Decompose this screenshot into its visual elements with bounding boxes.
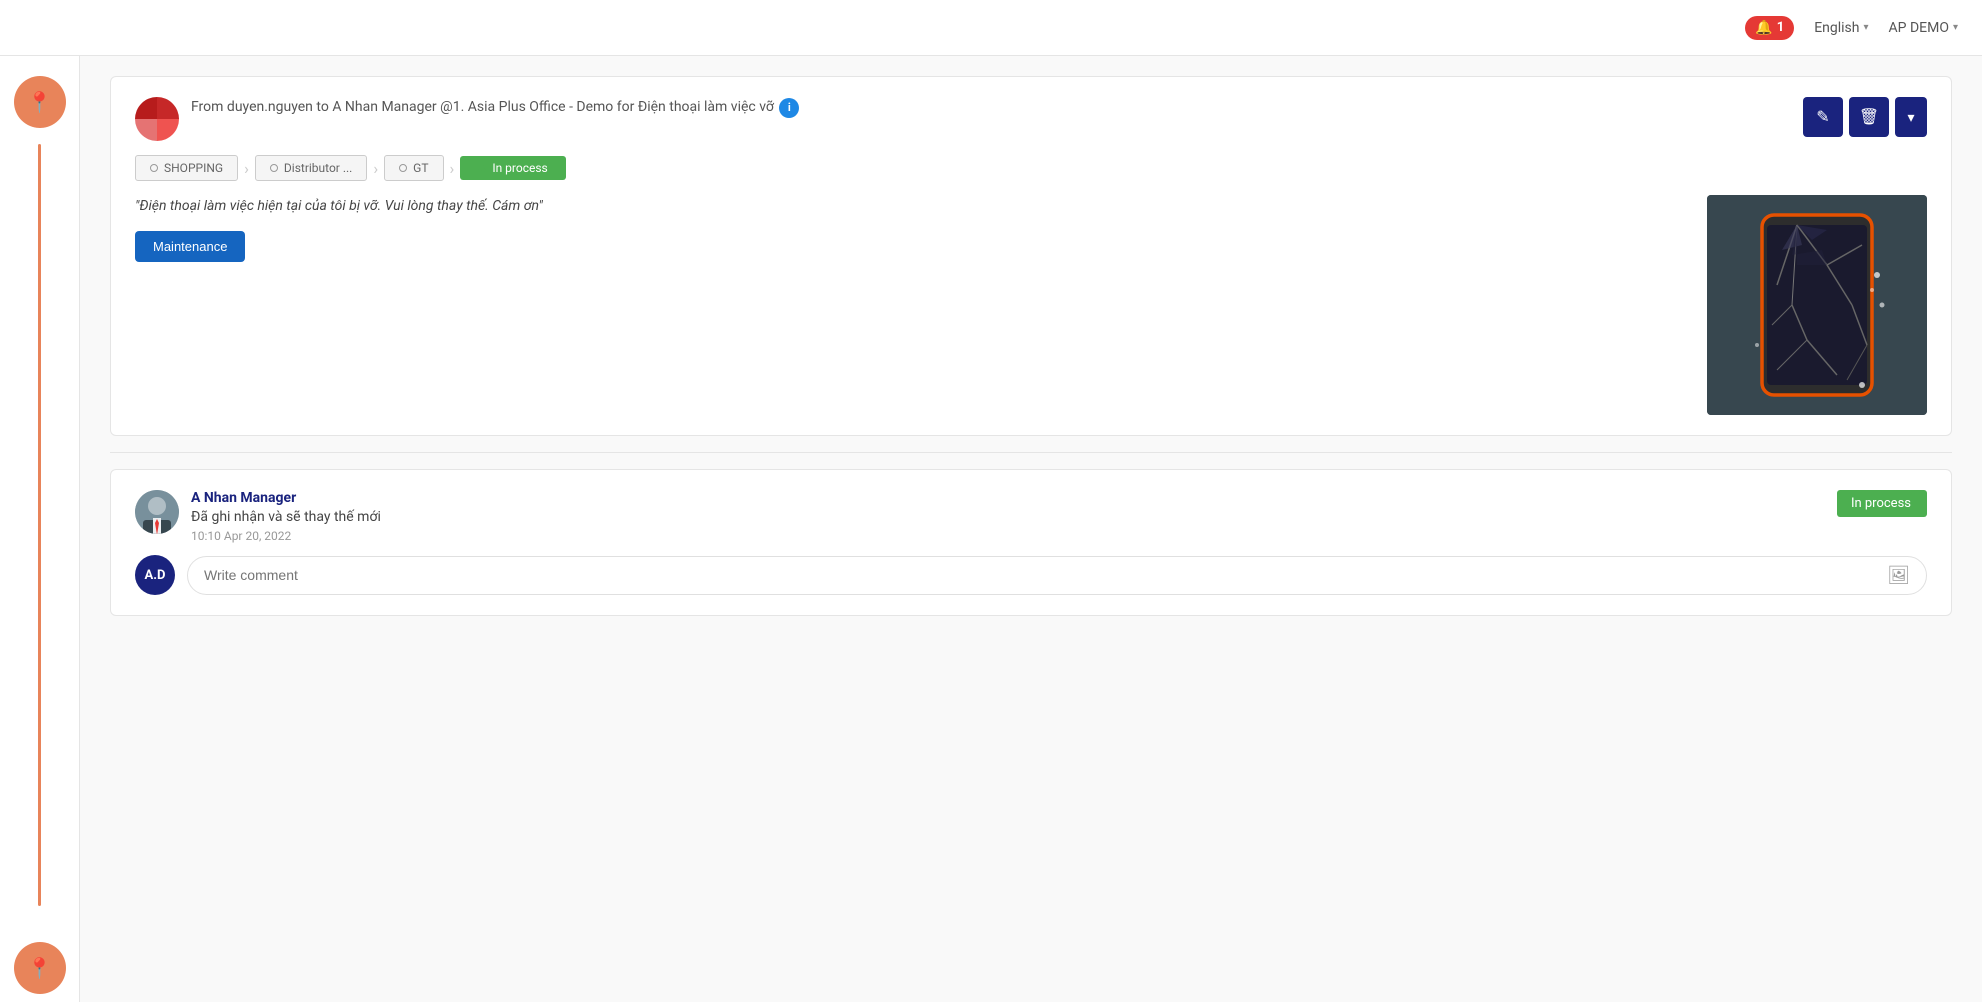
status-pipeline: SHOPPING › Distributor ... › GT › In pro… [135, 155, 1927, 181]
ticket-quote: "Điện thoại làm việc hiện tại của tôi bị… [135, 195, 1687, 217]
ticket-image [1707, 195, 1927, 415]
comment-content: A Nhan Manager Đã ghi nhận và sẽ thay th… [191, 490, 381, 543]
bell-icon: 🔔 [1755, 20, 1772, 36]
pipeline-step-shopping[interactable]: SHOPPING [135, 155, 238, 181]
location-text: @1. Asia Plus Office - Demo for Điện tho… [440, 99, 774, 115]
user-menu[interactable]: AP DEMO ▾ [1889, 20, 1958, 36]
ticket-body: "Điện thoại làm việc hiện tại của tôi bị… [135, 195, 1927, 415]
sidebar: 📍 📍 [0, 56, 80, 1002]
more-actions-button[interactable]: ▾ [1895, 97, 1927, 137]
delete-button[interactable]: 🗑 [1849, 97, 1889, 137]
from-label: From [191, 99, 223, 115]
notification-bell[interactable]: 🔔 1 [1745, 16, 1794, 40]
ticket-header-left: From duyen.nguyen to A Nhan Manager @1. … [135, 97, 799, 141]
distributor-label: Distributor ... [284, 161, 352, 175]
comment-input[interactable] [204, 567, 1887, 583]
comment-header: A Nhan Manager Đã ghi nhận và sẽ thay th… [135, 490, 1927, 543]
ticket-body-text: "Điện thoại làm việc hiện tại của tôi bị… [135, 195, 1687, 262]
location-pin-icon: 📍 [27, 90, 52, 114]
language-dropdown-arrow: ▾ [1864, 22, 1869, 33]
broken-phone-svg [1707, 195, 1927, 415]
in-process-dot [478, 164, 486, 172]
notification-count: 1 [1777, 20, 1784, 35]
image-upload-icon[interactable]: 🖼 [1887, 565, 1910, 586]
ticket-from-info: From duyen.nguyen to A Nhan Manager @1. … [191, 97, 799, 118]
language-selector[interactable]: English ▾ [1814, 20, 1868, 36]
chevron-down-icon: ▾ [1907, 109, 1914, 126]
bottom-nav-icon: 📍 [27, 956, 52, 980]
pipeline-step-gt[interactable]: GT [384, 155, 443, 181]
maintenance-button[interactable]: Maintenance [135, 231, 245, 262]
section-divider [110, 452, 1952, 453]
in-process-label: In process [492, 161, 547, 175]
pipeline-step-distributor[interactable]: Distributor ... [255, 155, 367, 181]
sidebar-location-icon[interactable]: 📍 [14, 76, 66, 128]
main-layout: 📍 📍 From duyen.nguyen [0, 56, 1982, 1002]
ticket-header: From duyen.nguyen to A Nhan Manager @1. … [135, 97, 1927, 141]
comment-input-wrapper: 🖼 [187, 556, 1927, 595]
distributor-dot [270, 164, 278, 172]
comment-card: A Nhan Manager Đã ghi nhận và sẽ thay th… [110, 469, 1952, 616]
shopping-label: SHOPPING [164, 161, 223, 175]
write-comment-area: A.D 🖼 [135, 555, 1927, 595]
pipeline-arrow-1: › [244, 159, 249, 178]
commenter-name: A Nhan Manager [191, 490, 381, 506]
comment-header-left: A Nhan Manager Đã ghi nhận và sẽ thay th… [135, 490, 381, 543]
pipeline-arrow-2: › [373, 159, 378, 178]
user-dropdown-arrow: ▾ [1953, 22, 1958, 33]
trash-icon: 🗑 [1859, 107, 1879, 127]
receiver-name[interactable]: A Nhan Manager [332, 99, 436, 115]
sender-name[interactable]: duyen.nguyen [227, 99, 313, 115]
edit-button[interactable]: ✎ [1803, 97, 1843, 137]
comment-text: Đã ghi nhận và sẽ thay thế mới [191, 509, 381, 525]
shopping-dot [150, 164, 158, 172]
comment-timestamp: 10:10 Apr 20, 2022 [191, 529, 381, 543]
edit-icon: ✎ [1816, 107, 1829, 127]
language-label: English [1814, 20, 1859, 36]
info-icon[interactable]: i [779, 98, 799, 118]
content-area: From duyen.nguyen to A Nhan Manager @1. … [80, 56, 1982, 1002]
pipeline-arrow-3: › [450, 159, 455, 178]
ticket-card: From duyen.nguyen to A Nhan Manager @1. … [110, 76, 1952, 436]
top-nav: 🔔 1 English ▾ AP DEMO ▾ [0, 0, 1982, 56]
ticket-action-buttons: ✎ 🗑 ▾ [1803, 97, 1927, 137]
sender-avatar [135, 97, 179, 141]
commenter-avatar [135, 490, 179, 534]
gt-dot [399, 164, 407, 172]
comment-status-badge: In process [1837, 490, 1927, 517]
pipeline-step-in-process[interactable]: In process [460, 156, 565, 180]
user-label: AP DEMO [1889, 20, 1949, 36]
gt-label: GT [413, 161, 428, 175]
commenter-avatar-svg [135, 490, 179, 534]
sidebar-timeline-line [38, 144, 41, 906]
sidebar-bottom-icon[interactable]: 📍 [14, 942, 66, 994]
to-label: to [316, 99, 328, 115]
current-user-avatar: A.D [135, 555, 175, 595]
current-user-initials: A.D [145, 568, 166, 583]
